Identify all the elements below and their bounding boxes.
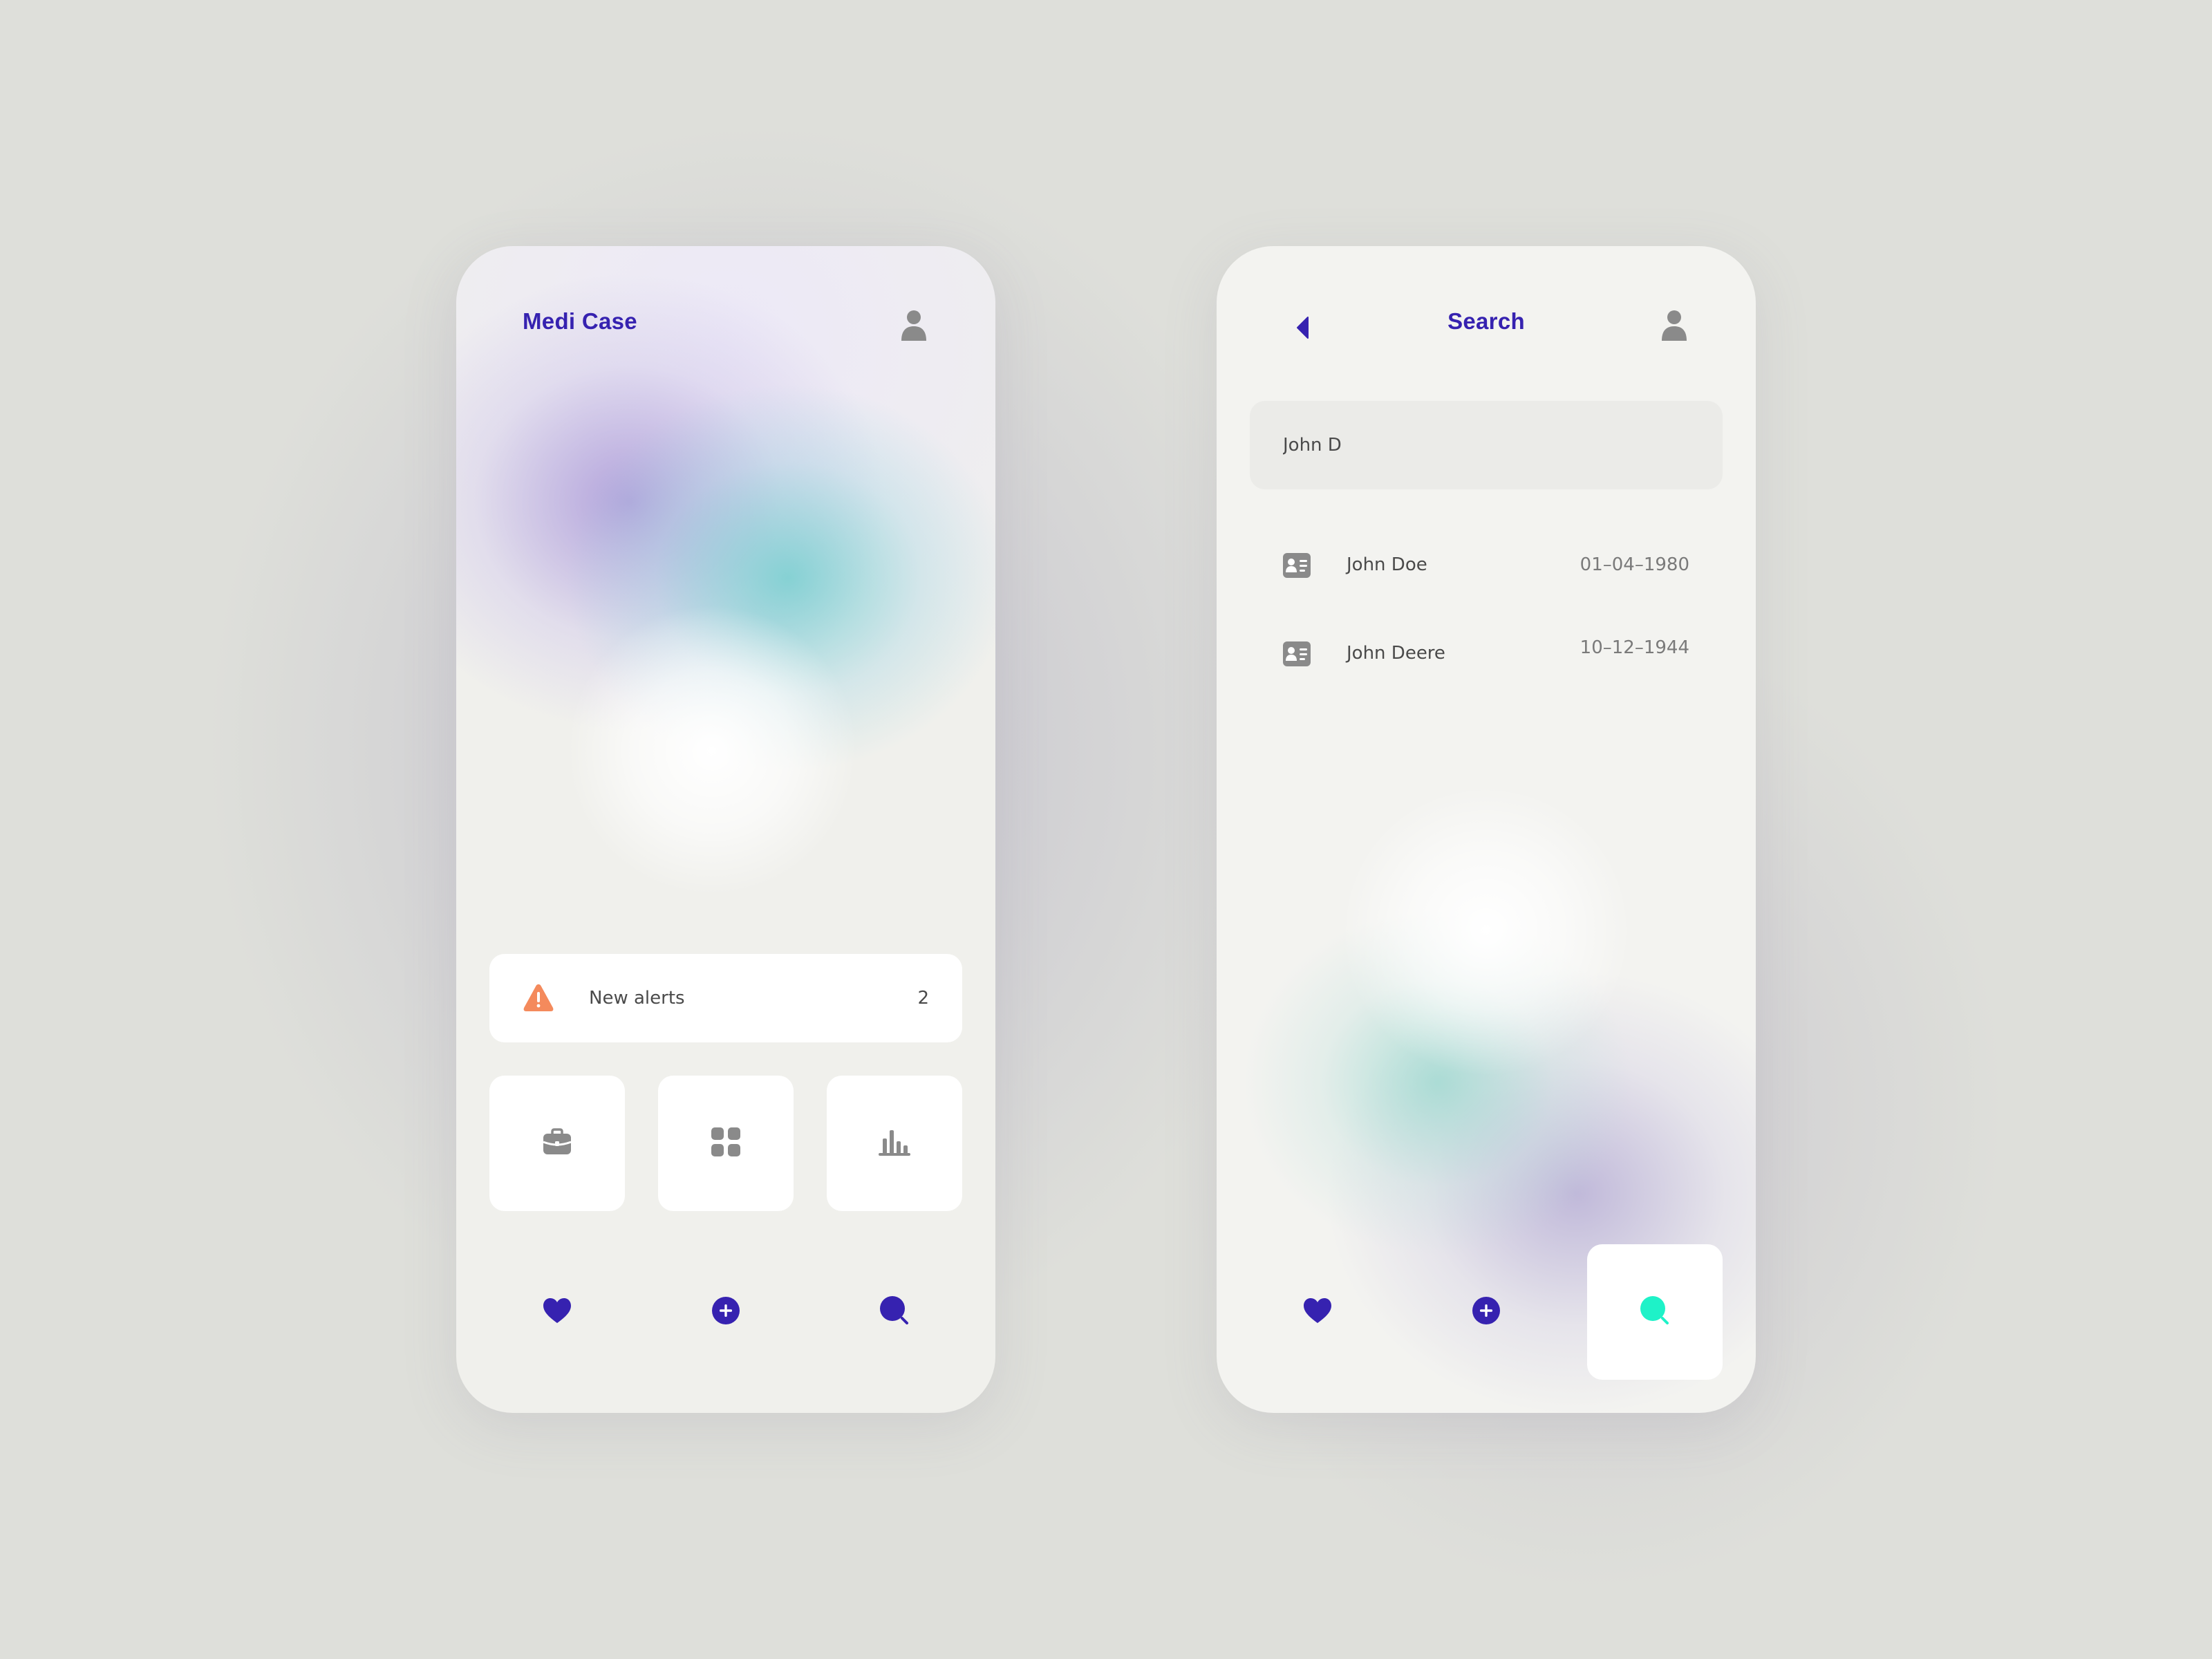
stats-tile[interactable] xyxy=(827,1076,962,1211)
result-date: 01–04–1980 xyxy=(1580,554,1689,575)
id-card-icon xyxy=(1283,552,1311,579)
bar-chart-icon xyxy=(879,1127,910,1159)
gradient-blob xyxy=(567,606,857,896)
briefcase-icon xyxy=(542,1128,572,1159)
canvas: Medi Case New alerts 2 Search John D Joh… xyxy=(0,0,2212,1659)
list-item[interactable]: John Doe 01–04–1980 xyxy=(1250,531,1723,600)
heart-icon xyxy=(543,1297,572,1327)
result-name: John Deere xyxy=(1347,643,1445,664)
alerts-card[interactable]: New alerts 2 xyxy=(489,954,962,1042)
search-icon xyxy=(879,1295,910,1329)
home-screen: Medi Case New alerts 2 xyxy=(456,246,995,1413)
search-field xyxy=(1250,401,1723,489)
gradient-blob xyxy=(456,274,885,730)
user-icon[interactable] xyxy=(1656,304,1692,346)
alerts-label: New alerts xyxy=(589,988,685,1009)
nav-health[interactable] xyxy=(1250,1244,1385,1380)
nav-search-active[interactable] xyxy=(1587,1244,1723,1380)
nav-health[interactable] xyxy=(489,1244,625,1380)
gradient-blob xyxy=(1244,910,1631,1255)
nav-add[interactable] xyxy=(1418,1244,1554,1380)
gradient-blob xyxy=(1341,785,1631,1076)
app-title: Medi Case xyxy=(523,308,637,334)
nav-add[interactable] xyxy=(658,1244,794,1380)
search-icon xyxy=(1640,1295,1670,1329)
warning-icon xyxy=(523,982,554,1013)
grid-icon xyxy=(711,1127,740,1159)
gradient-blob xyxy=(567,384,995,771)
dashboard-tile[interactable] xyxy=(658,1076,794,1211)
plus-circle-icon xyxy=(712,1297,740,1327)
search-screen: Search John Doe 01–04–1980 John Deere 10… xyxy=(1217,246,1756,1413)
search-input[interactable] xyxy=(1283,401,1698,489)
briefcase-tile[interactable] xyxy=(489,1076,625,1211)
list-item[interactable]: John Deere 10–12–1944 xyxy=(1250,619,1723,688)
id-card-icon xyxy=(1283,640,1311,668)
result-name: John Doe xyxy=(1347,554,1427,575)
nav-search[interactable] xyxy=(827,1244,962,1380)
plus-circle-icon xyxy=(1472,1297,1500,1327)
alerts-count: 2 xyxy=(917,988,929,1009)
heart-icon xyxy=(1303,1297,1332,1327)
result-date: 10–12–1944 xyxy=(1580,637,1689,658)
user-icon[interactable] xyxy=(896,304,932,346)
